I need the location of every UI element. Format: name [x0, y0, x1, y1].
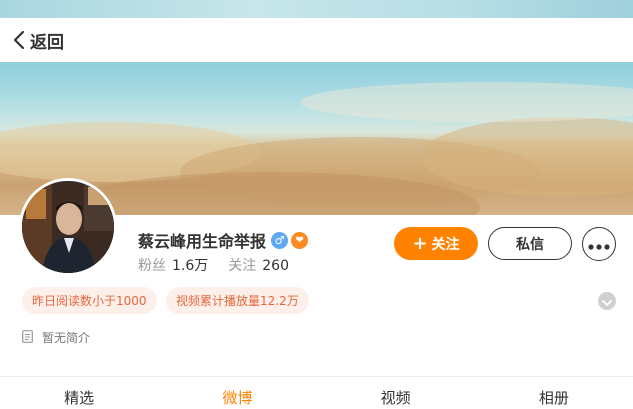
document-icon	[22, 329, 33, 346]
top-strip	[0, 0, 633, 18]
more-button[interactable]	[582, 227, 616, 261]
male-icon: ♂	[271, 231, 289, 249]
chevron-down-icon	[602, 292, 612, 311]
follow-label: 关注	[431, 236, 460, 253]
expand-button[interactable]	[598, 292, 616, 310]
tag-video-views[interactable]: 视频累计播放量12.2万	[166, 287, 309, 314]
profile-name: 蔡云峰用生命举报	[138, 232, 267, 251]
back-chevron-icon	[12, 30, 26, 50]
vip-heart-icon: ❤	[291, 231, 309, 249]
plus-icon: +	[412, 232, 428, 254]
profile-name-row: 蔡云峰用生命举报 ♂ ❤	[138, 228, 309, 252]
followers-stat[interactable]: 粉丝 1.6万	[138, 255, 208, 275]
nav-bar: 返回	[0, 18, 633, 62]
message-button[interactable]: 私信	[488, 227, 572, 260]
following-label: 关注	[228, 258, 257, 274]
more-dots-icon	[588, 235, 610, 254]
tab-videos[interactable]: 视频	[317, 377, 475, 409]
bio-text: 暂无简介	[42, 331, 91, 345]
profile-tabs: 精选 微博 视频 相册	[0, 377, 633, 409]
tab-albums[interactable]: 相册	[475, 377, 633, 409]
avatar[interactable]	[19, 178, 117, 276]
message-label: 私信	[516, 236, 544, 253]
followers-count: 1.6万	[172, 258, 209, 274]
back-button[interactable]: 返回	[12, 28, 64, 53]
tab-featured[interactable]: 精选	[0, 377, 158, 409]
following-count: 260	[262, 258, 289, 274]
tag-daily-reads[interactable]: 昨日阅读数小于1000	[22, 287, 157, 314]
bio: 暂无简介	[22, 329, 90, 346]
tab-weibo[interactable]: 微博	[158, 377, 316, 409]
follow-button[interactable]: + 关注	[394, 227, 478, 260]
back-label: 返回	[30, 32, 64, 53]
followers-label: 粉丝	[138, 258, 166, 274]
following-stat[interactable]: 关注 260	[228, 255, 289, 275]
profile-stats: 粉丝 1.6万 关注 260	[138, 255, 309, 275]
